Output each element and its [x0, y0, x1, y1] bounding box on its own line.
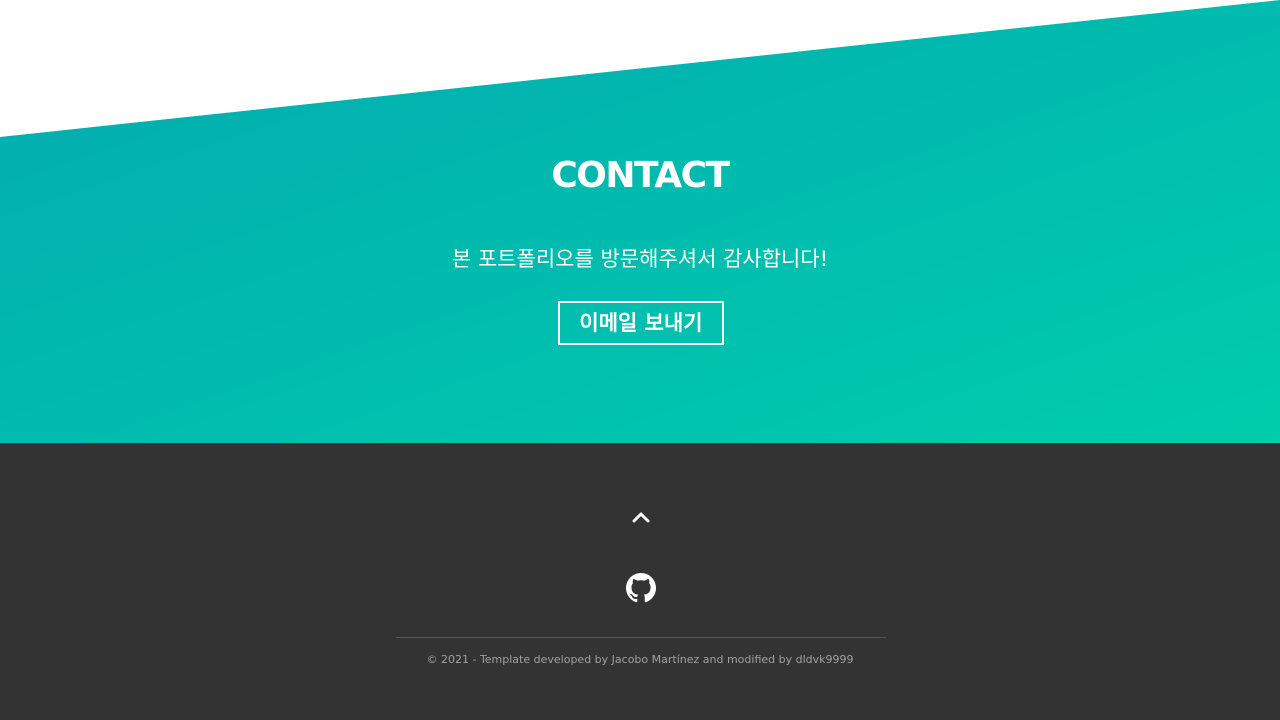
contact-section: CONTACT 본 포트폴리오를 방문해주셔서 감사합니다! 이메일 보내기	[0, 0, 1280, 443]
chevron-up-icon	[632, 512, 650, 523]
github-link[interactable]	[626, 573, 656, 603]
back-to-top-button[interactable]	[627, 503, 655, 531]
github-icon	[626, 573, 656, 603]
contact-title: CONTACT	[551, 155, 730, 196]
send-email-button[interactable]: 이메일 보내기	[558, 301, 724, 345]
contact-background	[0, 0, 1280, 443]
copyright-text: © 2021 - Template developed by Jacobo Ma…	[426, 653, 854, 666]
contact-message: 본 포트폴리오를 방문해주셔서 감사합니다!	[451, 247, 829, 271]
footer: © 2021 - Template developed by Jacobo Ma…	[0, 443, 1280, 720]
footer-divider	[396, 637, 886, 638]
